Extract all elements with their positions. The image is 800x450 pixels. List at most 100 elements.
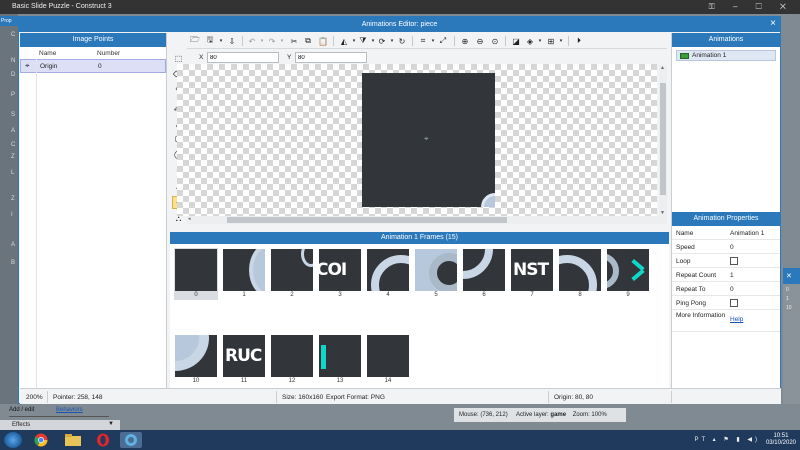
frame-number: 12 <box>288 378 296 384</box>
frame-11[interactable]: RUC 11 <box>222 334 266 386</box>
frames-panel: Animation 1 Frames (15) 0 1 2 COI 3 4 5 … <box>170 232 669 388</box>
editor-toolbar: 🗋 🗁 🖫 ▾ ⇩ ↶ ▾ ↷ ▾ ✂ ⧉ 📋 ◭ ▾ ⧩ ▾ ⟳ ▾ ↻ ⌗ … <box>170 33 667 49</box>
frame-text: COI <box>319 260 347 280</box>
resize-icon[interactable]: ⤢ <box>437 35 449 47</box>
frame-2[interactable]: 2 <box>270 248 314 300</box>
repeat-count-value[interactable]: 1 <box>730 272 734 279</box>
window-controls[interactable]: ⚿ – ☐ ✕ <box>709 2 794 12</box>
scroll-thumb[interactable] <box>660 83 666 195</box>
background-bottom-bar: Add / edit Behaviors Effects ▼ Mouse: (7… <box>0 404 800 430</box>
construct-icon[interactable] <box>120 432 142 448</box>
tray-icons[interactable]: PT ▴ ⚑ ▮ ◀) <box>694 436 760 443</box>
chevron-down-icon[interactable]: ▾ <box>555 35 567 47</box>
effects-section[interactable]: Effects ▼ <box>0 420 120 430</box>
frame-8[interactable]: 8 <box>558 248 602 300</box>
col-number: Number <box>97 50 121 57</box>
zoom-out-icon[interactable]: ⊖ <box>474 35 486 47</box>
separator <box>242 36 243 46</box>
canvas-horizontal-scrollbar[interactable]: ◂ <box>187 216 667 224</box>
frame-0[interactable]: 0 <box>174 248 218 300</box>
image-points-panel: Image Points Name Number ⌖ Origin 0 <box>20 33 167 388</box>
paste-icon[interactable]: 📋 <box>317 35 329 47</box>
tab-add-edit[interactable]: Add / edit <box>9 407 34 413</box>
frame-13[interactable]: 13 <box>318 334 362 386</box>
frame-3[interactable]: COI 3 <box>318 248 362 300</box>
side-letter: Z <box>11 196 15 202</box>
prop-more-info: More Information Help <box>672 310 780 332</box>
prop-name: Name Animation 1 <box>672 226 780 240</box>
frame-12[interactable]: 12 <box>270 334 314 386</box>
zoom-in-icon[interactable]: ⊕ <box>459 35 471 47</box>
side-letter: L <box>11 170 15 176</box>
ping-pong-checkbox[interactable] <box>730 299 738 307</box>
separator <box>548 391 549 403</box>
separator <box>333 36 334 46</box>
cut-icon[interactable]: ✂ <box>288 35 300 47</box>
scroll-up-icon[interactable]: ▲ <box>660 65 665 71</box>
prop-repeat-to: Repeat To 0 <box>672 282 780 296</box>
prop-speed: Speed 0 <box>672 240 780 254</box>
frame-5[interactable]: 5 <box>414 248 458 300</box>
clock[interactable]: 10:51 03/10/2020 <box>766 433 796 447</box>
separator <box>454 36 455 46</box>
animations-title: Animations <box>672 33 780 47</box>
language-indicator[interactable]: PT <box>694 437 708 443</box>
prop-key: Repeat To <box>676 286 706 293</box>
side-letter: C <box>11 142 16 148</box>
copy-icon[interactable]: ⧉ <box>302 35 314 47</box>
close-icon[interactable]: ✕ <box>783 268 800 284</box>
export-icon[interactable]: ⇩ <box>226 35 238 47</box>
separator <box>47 391 48 403</box>
scroll-thumb[interactable] <box>227 217 507 223</box>
y-input[interactable] <box>295 52 367 63</box>
background-color-icon[interactable]: ◪ <box>510 35 522 47</box>
start-button[interactable] <box>4 432 22 448</box>
preview-play-icon[interactable]: ⏵ <box>573 35 585 47</box>
frame-9[interactable]: 9 <box>606 248 650 300</box>
background-side-panel: Prop C N D P S A C Z L Z I A B <box>0 14 18 406</box>
image-canvas[interactable]: ⌖ <box>177 64 657 216</box>
frame-14[interactable]: 14 <box>366 334 410 386</box>
opera-icon[interactable] <box>92 432 114 448</box>
close-icon[interactable]: × <box>770 18 776 29</box>
frame-number: 10 <box>192 378 200 384</box>
layout-zoom: Zoom: 100% <box>572 412 607 418</box>
x-input[interactable] <box>207 52 279 63</box>
frame-10[interactable]: 10 <box>174 334 218 386</box>
mirror-icon[interactable]: ↻ <box>396 35 408 47</box>
separator <box>671 391 672 403</box>
scroll-left-icon[interactable]: ◂ <box>188 216 191 222</box>
frame-thumbnail <box>319 335 361 377</box>
repeat-to-value[interactable]: 0 <box>730 286 734 293</box>
frame-1[interactable]: 1 <box>222 248 266 300</box>
frame-6[interactable]: 6 <box>462 248 506 300</box>
open-icon[interactable]: 🗁 <box>189 35 201 47</box>
frame-7[interactable]: NST 7 <box>510 248 554 300</box>
loop-checkbox[interactable] <box>730 257 738 265</box>
app-title: Basic Slide Puzzle - Construct 3 <box>12 3 112 10</box>
frame-number: 3 <box>338 292 342 298</box>
zoom-reset-icon[interactable]: ⊙ <box>489 35 501 47</box>
mouse-position: Mouse: (736, 212) <box>459 412 508 418</box>
speed-value[interactable]: 0 <box>730 244 734 251</box>
origin-marker-icon[interactable]: ⌖ <box>424 134 429 144</box>
prop-key: Loop <box>676 258 691 265</box>
help-link[interactable]: Help <box>730 316 743 323</box>
prop-repeat-count: Repeat Count 1 <box>672 268 780 282</box>
frame-number: 9 <box>626 292 630 298</box>
separator <box>276 391 277 403</box>
name-value[interactable]: Animation 1 <box>730 230 764 237</box>
frame-4[interactable]: 4 <box>366 248 410 300</box>
animation-item[interactable]: Animation 1 <box>676 50 776 61</box>
image-point-row[interactable]: ⌖ Origin 0 <box>20 59 166 73</box>
chevron-down-icon[interactable]: ▾ <box>276 35 288 47</box>
prop-key: Repeat Count <box>676 272 717 279</box>
frame-number: 5 <box>434 292 438 298</box>
canvas-vertical-scrollbar[interactable]: ▲ ▼ <box>659 65 667 216</box>
frame-thumbnail <box>367 335 409 377</box>
folder-icon[interactable] <box>62 432 84 448</box>
frame-thumbnail: NST <box>511 249 553 291</box>
properties-tab[interactable]: Prop <box>0 16 18 26</box>
chrome-icon[interactable] <box>30 432 52 448</box>
tab-behaviors[interactable]: Behaviors <box>56 407 83 413</box>
